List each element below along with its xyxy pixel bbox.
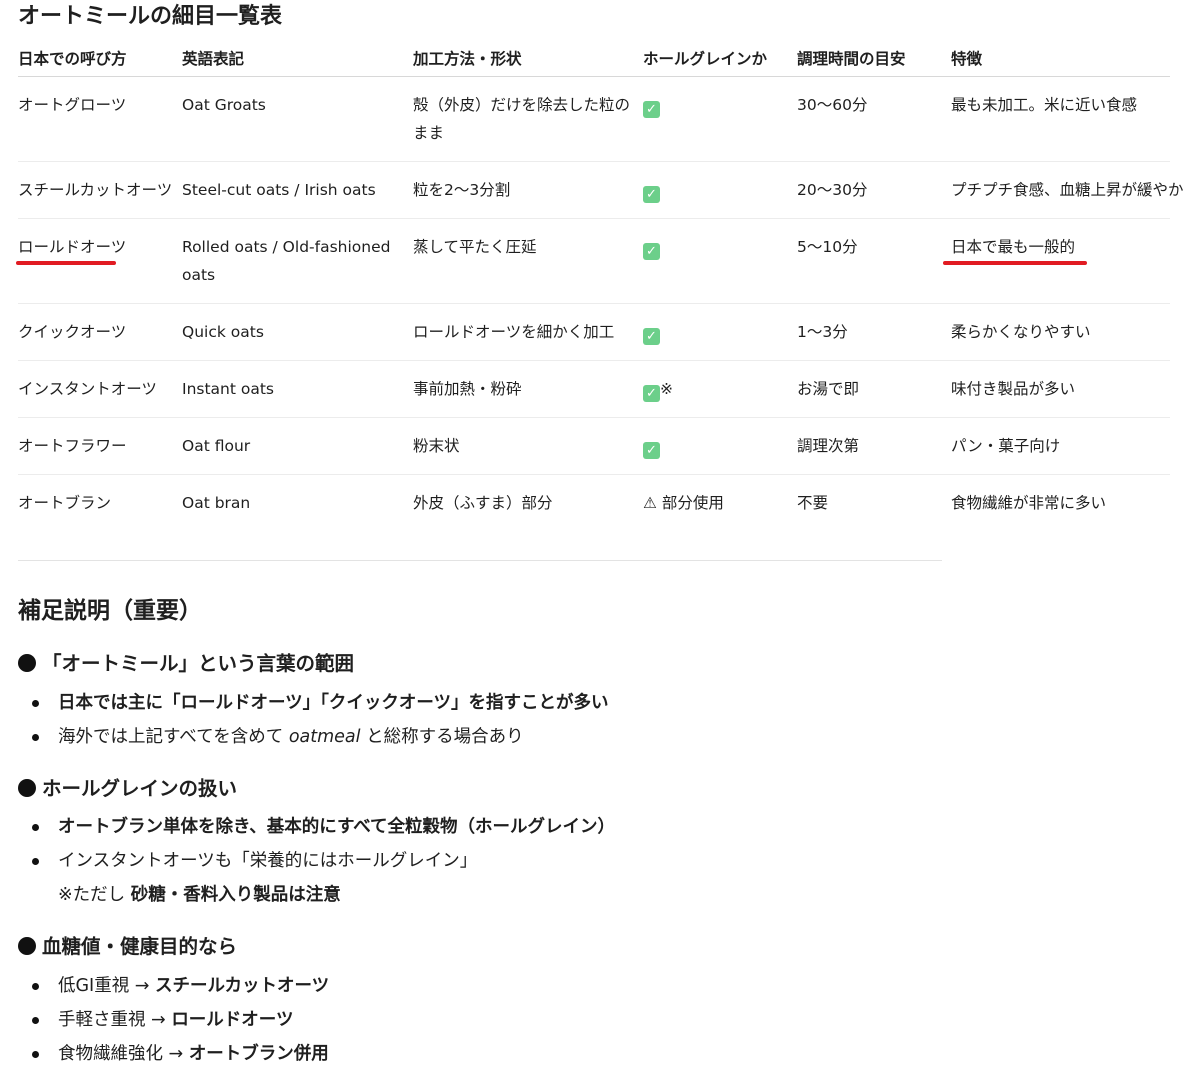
notes-section-heading: 「オートミール」という言葉の範囲	[18, 649, 354, 679]
cell-english-name: Steel-cut oats / Irish oats	[182, 161, 413, 219]
header-japanese-name: 日本での呼び方	[18, 40, 182, 77]
cell-cook-time: 20〜30分	[797, 161, 951, 219]
list-item: 日本では主に「ロールドオーツ」「クイックオーツ」を指すことが多い	[30, 686, 609, 720]
cell-whole-grain: ✓ ※	[643, 360, 797, 418]
notes-list: 日本では主に「ロールドオーツ」「クイックオーツ」を指すことが多い 海外では上記す…	[30, 686, 609, 754]
page-title: オートミールの細目一覧表	[18, 4, 283, 29]
table-row: スチールカットオーツ Steel-cut oats / Irish oats 粒…	[18, 161, 1184, 219]
cell-english-name: Instant oats	[182, 360, 413, 418]
cell-japanese-name: オートフラワー	[18, 417, 182, 475]
list-item: インスタントオーツも「栄養的にはホールグレイン」	[30, 844, 615, 878]
cell-english-name: Quick oats	[182, 303, 413, 361]
cell-whole-grain: ✓	[643, 417, 797, 475]
table-row: クイックオーツ Quick oats ロールドオーツを細かく加工 ✓ 1〜3分 …	[18, 303, 1170, 361]
cell-processing: 粒を2〜3分割	[413, 161, 643, 219]
cell-cook-time: お湯で即	[797, 360, 951, 418]
notes-heading: 補足説明（重要）	[18, 598, 202, 624]
bullet-icon	[32, 1017, 39, 1024]
cell-whole-grain: ⚠ 部分使用	[643, 494, 724, 512]
cell-cook-time: 調理次第	[797, 417, 951, 475]
cell-japanese-name: オートブラン	[18, 494, 112, 512]
cell-english-name: Rolled oats / Old-fashioned oats	[182, 218, 413, 304]
bullet-icon	[32, 734, 39, 741]
cell-feature: 味付き製品が多い	[951, 360, 1170, 418]
cell-feature: 食物繊維が非常に多い	[951, 494, 1107, 512]
cell-english-name: Oat flour	[182, 417, 413, 475]
black-circle-icon	[18, 779, 36, 797]
red-underline-annotation	[943, 261, 1087, 265]
cell-japanese-name: オートグローツ	[18, 76, 182, 162]
check-mark-icon: ✓	[643, 442, 660, 459]
header-cook-time: 調理時間の目安	[797, 40, 951, 77]
red-underline-annotation	[16, 261, 116, 265]
cell-cook-time: 5〜10分	[797, 218, 951, 304]
list-item-continuation: ※ただし 砂糖・香料入り製品は注意	[58, 885, 341, 905]
black-circle-icon	[18, 654, 36, 672]
header-feature: 特徴	[951, 40, 1170, 77]
page: オートミールの細目一覧表 日本での呼び方 英語表記 加工方法・形状 ホールグレイ…	[0, 0, 1200, 1081]
list-item: オートブラン単体を除き、基本的にすべて全粒穀物（ホールグレイン）	[30, 810, 615, 844]
table-row: オートフラワー Oat flour 粉末状 ✓ 調理次第 パン・菓子向け	[18, 417, 1170, 475]
cell-processing: 殻（外皮）だけを除去した粒のまま	[413, 76, 643, 162]
cell-processing: 蒸して平たく圧延	[413, 218, 643, 304]
cell-cook-time: 1〜3分	[797, 303, 951, 361]
table-header-row: 日本での呼び方 英語表記 加工方法・形状 ホールグレインか 調理時間の目安 特徴	[18, 40, 1170, 77]
cell-whole-grain: ✓	[643, 303, 797, 361]
table-row: オートブラン Oat bran 外皮（ふすま）部分 ⚠ 部分使用 不要 食物繊維…	[18, 475, 1170, 532]
cell-japanese-name: クイックオーツ	[18, 303, 182, 361]
cell-whole-grain: ✓	[643, 161, 797, 219]
header-processing: 加工方法・形状	[413, 40, 643, 77]
cell-processing: ロールドオーツを細かく加工	[413, 303, 643, 361]
cell-feature: パン・菓子向け	[951, 417, 1170, 475]
black-circle-icon	[18, 937, 36, 955]
bullet-icon	[32, 858, 39, 865]
check-mark-icon: ✓	[643, 101, 660, 118]
table-row: インスタントオーツ Instant oats 事前加熱・粉砕 ✓ ※ お湯で即 味…	[18, 360, 1170, 418]
cell-feature: 柔らかくなりやすい	[951, 303, 1170, 361]
cell-cook-time: 不要	[797, 494, 829, 512]
cell-japanese-name: スチールカットオーツ	[18, 161, 182, 219]
notes-list: オートブラン単体を除き、基本的にすべて全粒穀物（ホールグレイン） インスタントオ…	[30, 810, 615, 912]
bullet-icon	[32, 824, 39, 831]
oatmeal-table: 日本での呼び方 英語表記 加工方法・形状 ホールグレインか 調理時間の目安 特徴…	[18, 40, 1184, 532]
cell-japanese-name: インスタントオーツ	[18, 360, 182, 418]
cell-english-name: Oat bran	[182, 494, 251, 512]
cell-cook-time: 30〜60分	[797, 76, 951, 162]
notes-section-heading: ホールグレインの扱い	[18, 774, 237, 804]
list-item: 低GI重視 → スチールカットオーツ	[30, 969, 329, 1003]
header-english-name: 英語表記	[182, 40, 413, 77]
check-mark-icon: ✓	[643, 186, 660, 203]
bullet-icon	[32, 700, 39, 707]
bullet-icon	[32, 1051, 39, 1058]
table-row: オートグローツ Oat Groats 殻（外皮）だけを除去した粒のまま ✓ 30…	[18, 76, 1170, 162]
list-item: 手軽さ重視 → ロールドオーツ	[30, 1003, 329, 1037]
notes-section-heading: 血糖値・健康目的なら	[18, 932, 237, 962]
header-whole-grain: ホールグレインか	[643, 40, 797, 77]
cell-processing: 粉末状	[413, 417, 643, 475]
note-mark: ※	[660, 380, 673, 398]
list-item: 海外では上記すべてを含めて oatmeal と総称する場合あり	[30, 720, 609, 754]
bullet-icon	[32, 983, 39, 990]
check-mark-icon: ✓	[643, 385, 660, 402]
section-divider	[18, 560, 942, 561]
cell-feature: プチプチ食感、血糖上昇が緩やか	[951, 161, 1184, 219]
cell-processing: 外皮（ふすま）部分	[413, 494, 553, 512]
cell-whole-grain: ✓	[643, 76, 797, 162]
check-mark-icon: ✓	[643, 328, 660, 345]
notes-list: 低GI重視 → スチールカットオーツ 手軽さ重視 → ロールドオーツ 食物繊維強…	[30, 969, 329, 1071]
list-item: 食物繊維強化 → オートブラン併用	[30, 1037, 329, 1071]
cell-feature: 最も未加工。米に近い食感	[951, 76, 1170, 162]
cell-whole-grain: ✓	[643, 218, 797, 304]
check-mark-icon: ✓	[643, 243, 660, 260]
cell-processing: 事前加熱・粉砕	[413, 360, 643, 418]
cell-english-name: Oat Groats	[182, 76, 413, 162]
